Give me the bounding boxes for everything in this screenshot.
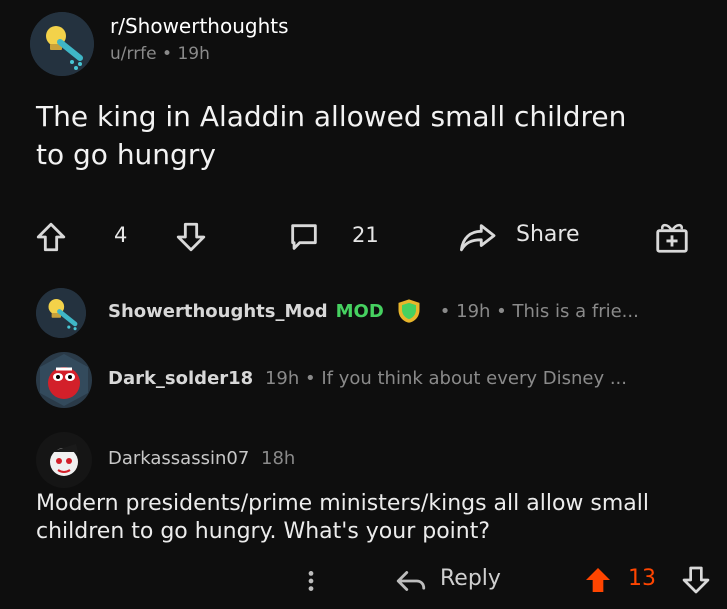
comment-author[interactable]: Darkassassin07 (108, 448, 249, 469)
mod-avatar[interactable] (36, 288, 86, 338)
lightbulb-shower-icon (36, 288, 86, 338)
user-avatar[interactable] (36, 352, 92, 408)
reply-button[interactable]: Reply (440, 566, 501, 591)
upvote-arrow-icon[interactable] (582, 564, 614, 596)
share-button[interactable]: Share (516, 222, 580, 247)
comment-age: 18h (261, 448, 296, 469)
post-age: 19h (177, 44, 210, 64)
subreddit-avatar[interactable] (30, 12, 94, 76)
more-options-icon[interactable] (300, 568, 322, 594)
comment-meta: 19h • If you think about every Disney ..… (264, 368, 628, 389)
comment-bubble-icon[interactable] (286, 220, 322, 254)
vote-count: 4 (114, 223, 128, 247)
comment-score: 13 (628, 566, 656, 591)
user-avatar[interactable] (36, 432, 92, 488)
comment-action-bar: Reply 13 (0, 560, 727, 600)
share-arrow-icon[interactable] (456, 220, 498, 254)
mod-badge: MOD (335, 300, 384, 322)
gift-award-icon[interactable] (652, 218, 692, 256)
reply-arrow-icon[interactable] (394, 568, 428, 594)
lightbulb-shower-icon (30, 12, 94, 76)
comment-author[interactable]: Showerthoughts_Mod (108, 301, 328, 322)
downvote-arrow-icon[interactable] (174, 220, 208, 254)
post-action-bar: 4 21 Share (0, 214, 727, 258)
upvote-arrow-icon[interactable] (34, 220, 68, 254)
comment-header: Darkassassin07 18h (108, 448, 295, 469)
comment-author[interactable]: Dark_solder18 (108, 368, 253, 389)
post-author[interactable]: u/rrfe (110, 44, 157, 64)
post-meta: u/rrfe • 19h (110, 44, 210, 64)
avatar-icon (36, 432, 92, 488)
downvote-arrow-icon[interactable] (680, 564, 712, 596)
post-title[interactable]: The king in Aladdin allowed small childr… (36, 98, 636, 174)
avatar-icon (40, 354, 88, 406)
comment-meta: • 19h • This is a frie... (439, 300, 639, 322)
comment-row-dark-solder: Dark_solder18 19h • If you think about e… (108, 368, 720, 389)
comment-body: Modern presidents/prime ministers/kings … (36, 491, 650, 544)
comment-count[interactable]: 21 (352, 223, 379, 247)
shield-icon (398, 299, 420, 323)
subreddit-name[interactable]: r/Showerthoughts (110, 14, 289, 38)
comment-row-mod: Showerthoughts_Mod MOD • 19h • This is a… (108, 298, 720, 324)
meta-separator: • (162, 44, 173, 64)
